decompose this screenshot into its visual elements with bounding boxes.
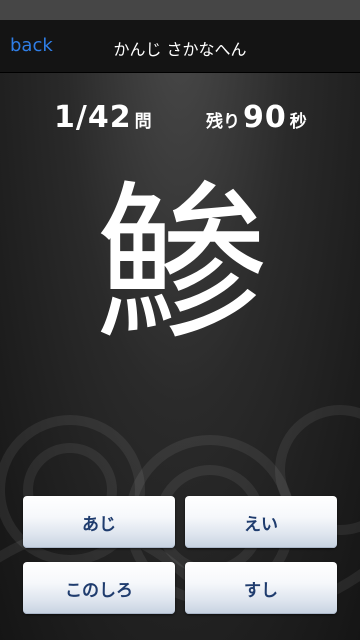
time-prefix-label: 残り bbox=[206, 112, 240, 132]
navigation-bar: back かんじ さかなへん bbox=[0, 20, 360, 73]
kanji-question: 鯵 bbox=[94, 166, 265, 364]
answer-button-2[interactable]: えい bbox=[185, 496, 337, 548]
seconds-unit-label: 秒 bbox=[289, 112, 307, 132]
counter-separator: / bbox=[75, 100, 88, 135]
seconds-left-number: 90 bbox=[243, 100, 287, 135]
question-counter: 1/42 問 bbox=[54, 100, 152, 135]
status-bar bbox=[0, 0, 360, 20]
quiz-screen: back かんじ さかなへん 1/42 問 残り 90 秒 鯵 あじ えい このしろ … bbox=[0, 0, 360, 640]
time-remaining: 残り 90 秒 bbox=[206, 100, 307, 135]
question-unit-label: 問 bbox=[134, 112, 152, 132]
answer-button-4[interactable]: すし bbox=[185, 562, 337, 614]
total-questions-number: 42 bbox=[87, 100, 132, 135]
page-title: かんじ さかなへん bbox=[113, 40, 247, 59]
answer-button-3[interactable]: このしろ bbox=[23, 562, 175, 614]
current-question-number: 1 bbox=[54, 100, 76, 135]
answer-button-1[interactable]: あじ bbox=[23, 496, 175, 548]
